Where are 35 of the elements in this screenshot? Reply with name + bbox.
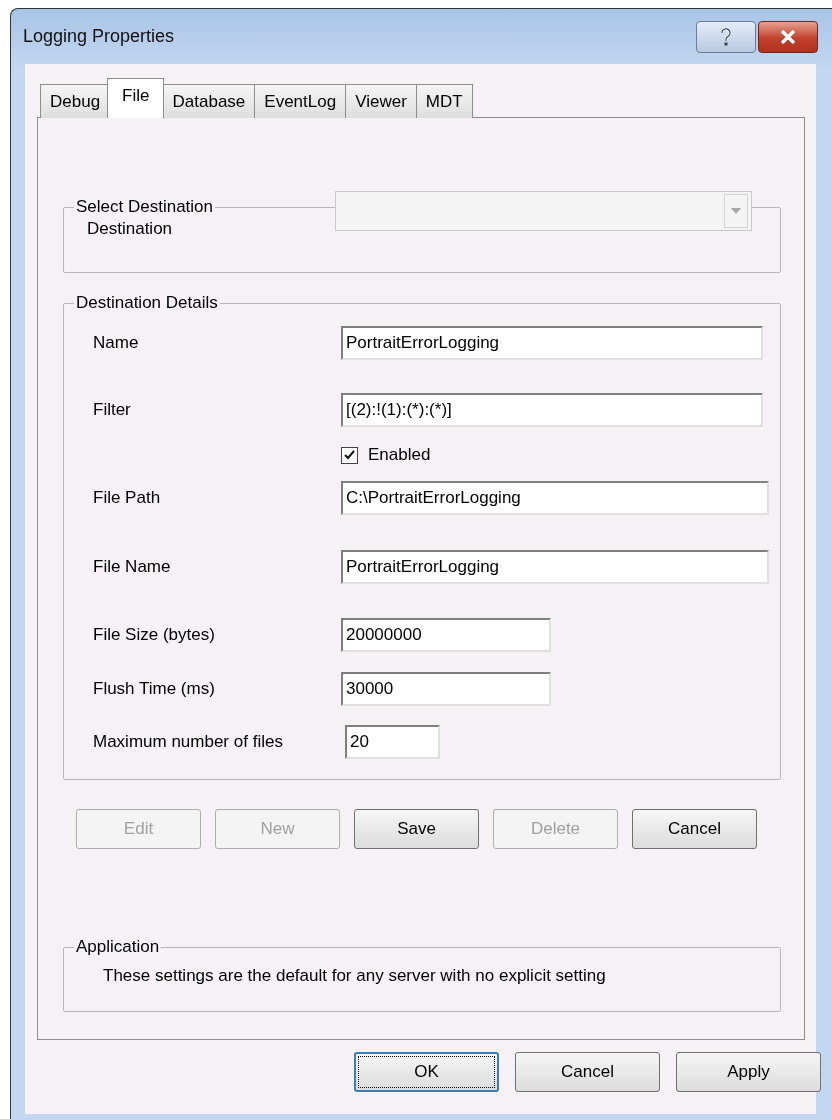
field-label: File Path	[93, 487, 162, 509]
text-field[interactable]: 30000	[341, 672, 551, 706]
close-icon	[780, 29, 796, 44]
field-label: Name	[93, 332, 140, 354]
tab[interactable]: File	[107, 78, 164, 118]
field-label: Maximum number of files	[93, 731, 284, 753]
tab[interactable]: EventLog	[254, 84, 347, 118]
dialog-button[interactable]: OK	[354, 1052, 499, 1092]
text-field[interactable]: [(2):!(1):(*):(*)]	[341, 393, 763, 427]
checkbox-label: Enabled	[368, 445, 431, 465]
dialog-button[interactable]: Apply	[676, 1052, 821, 1092]
dropdown-arrow-icon	[731, 208, 741, 214]
dialog-button[interactable]: Cancel	[515, 1052, 660, 1092]
action-button[interactable]: Cancel	[632, 809, 757, 849]
text-field[interactable]: PortraitErrorLogging	[341, 550, 769, 584]
close-button[interactable]	[758, 20, 818, 53]
tab[interactable]: Viewer	[345, 84, 417, 118]
field-label: Filter	[93, 399, 132, 421]
window-title: Logging Properties	[23, 26, 175, 47]
action-button[interactable]: Save	[354, 809, 479, 849]
info-text: These settings are the default for any server with no explicit setting	[103, 966, 606, 985]
checkbox[interactable]	[341, 446, 358, 464]
text-field[interactable]: PortraitErrorLogging	[341, 326, 763, 360]
text-field[interactable]: 20000000	[341, 618, 551, 652]
group-title: Application	[74, 937, 162, 957]
field-label: File Size (bytes)	[93, 624, 216, 646]
tab[interactable]: Database	[162, 84, 256, 118]
checkmark-icon	[344, 450, 355, 460]
text-field[interactable]: C:\PortraitErrorLogging	[341, 481, 769, 515]
tab[interactable]: MDT	[415, 84, 473, 118]
field-label: Flush Time (ms)	[93, 678, 216, 700]
field-label: Destination	[87, 218, 174, 240]
text-field[interactable]: 20	[345, 725, 440, 759]
field-label: File Name	[93, 556, 172, 578]
question-mark-icon	[720, 27, 732, 46]
